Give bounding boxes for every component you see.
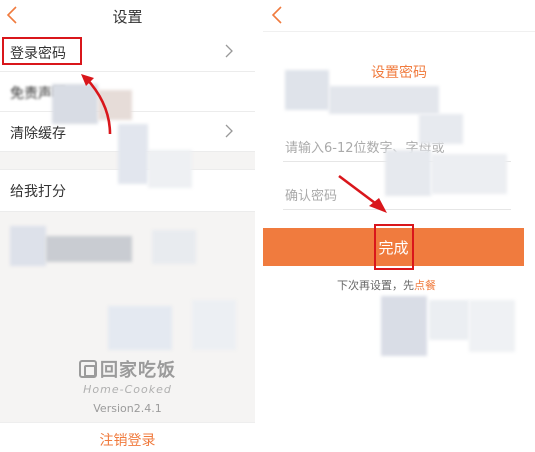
annotation-arrow: [81, 74, 112, 135]
settings-header: 设置: [0, 0, 255, 32]
brand-subtitle: Home-Cooked: [83, 383, 172, 396]
order-link[interactable]: 点餐: [414, 279, 436, 292]
settings-list: 登录密码 免责声明 清除缓存 给我打分: [0, 32, 255, 212]
settings-item-label: 登录密码: [10, 46, 66, 62]
back-arrow-icon: [271, 6, 282, 24]
logo-icon: [79, 360, 97, 378]
app-version: Version2.4.1: [93, 402, 162, 415]
settings-item-label: 清除缓存: [10, 126, 66, 142]
settings-panel: 设置 登录密码 免责声明 清除缓存 给我打分 回家吃饭 Home-Cooked …: [0, 0, 255, 452]
done-button[interactable]: 完成: [263, 228, 524, 266]
brand-logo-area: 回家吃饭 Home-Cooked Version2.4.1: [0, 356, 255, 415]
page-title: 设置: [112, 8, 143, 26]
back-button[interactable]: [269, 3, 289, 27]
skip-hint: 下次再设置，先点餐: [337, 277, 436, 293]
chevron-right-icon: [225, 124, 233, 138]
annotation-arrow: [338, 174, 387, 213]
password-header: [263, 0, 535, 32]
panel-divider: [255, 0, 263, 452]
logout-button[interactable]: 注销登录: [0, 422, 255, 452]
chevron-right-icon: [225, 44, 233, 58]
settings-item-login-password[interactable]: 登录密码: [0, 32, 255, 72]
brand-logo: 回家吃饭: [79, 356, 176, 382]
hint-text: 下次再设置，先: [337, 279, 414, 292]
password-panel: 设置密码 请输入6-12位数字、字母或 确认密码 完成 下次再设置，先点餐: [263, 0, 535, 452]
settings-item-label: 给我打分: [10, 184, 66, 200]
confirm-placeholder: 确认密码: [285, 189, 338, 204]
brand-name: 回家吃饭: [100, 360, 176, 381]
